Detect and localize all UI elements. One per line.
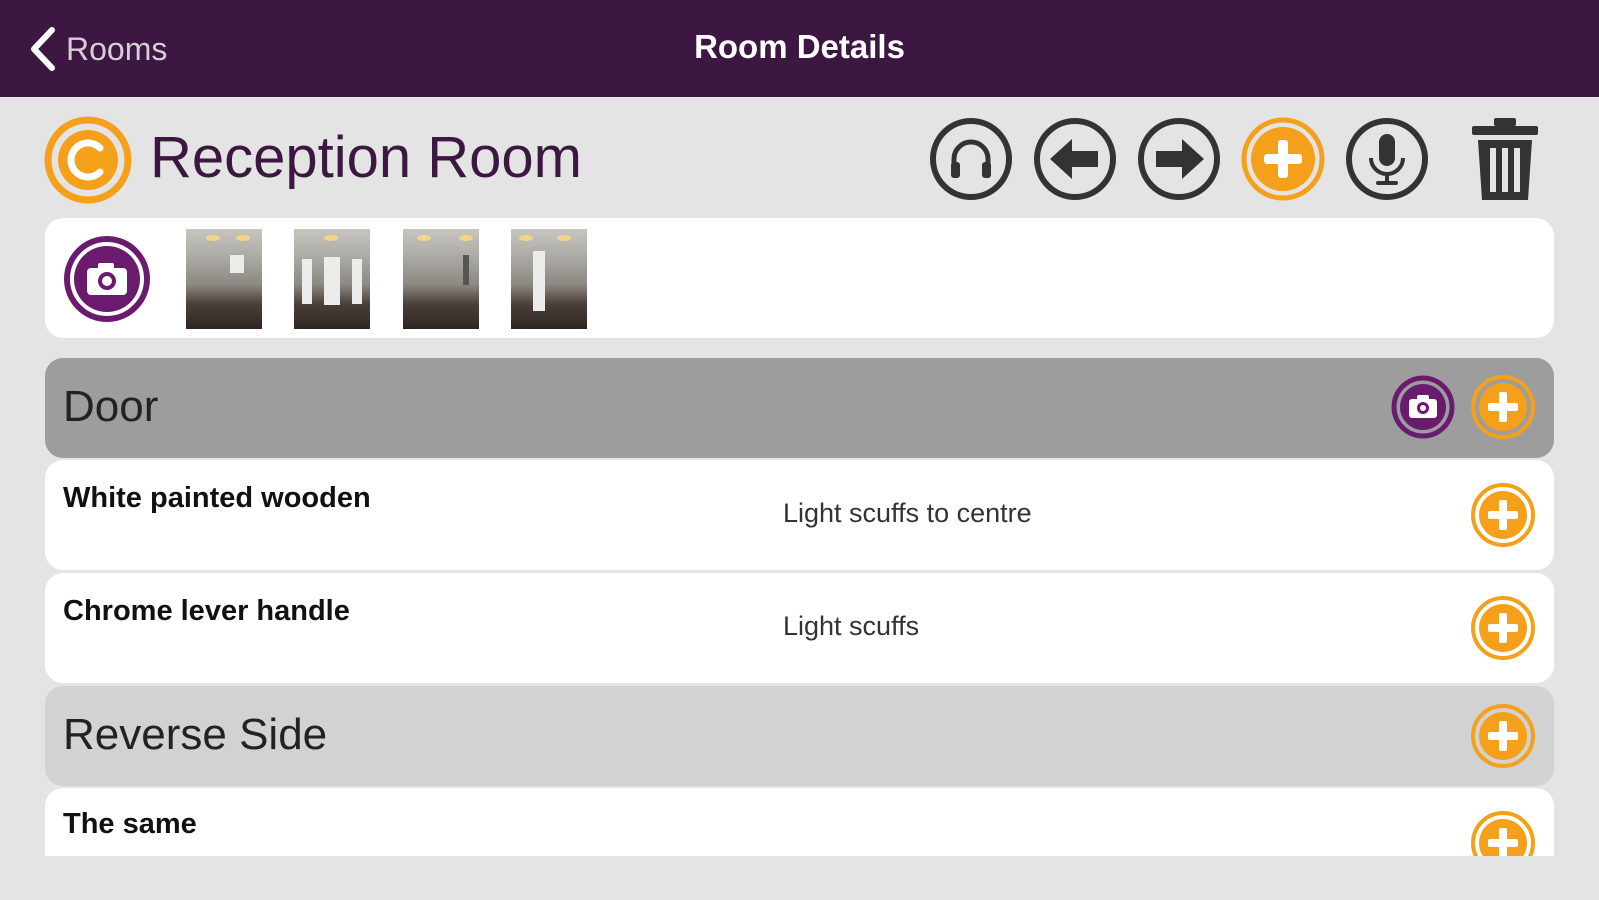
- next-button[interactable]: [1136, 116, 1222, 202]
- page-title: Room Details: [694, 28, 905, 65]
- add-icon: [1471, 375, 1535, 439]
- item-add-button[interactable]: [1470, 595, 1536, 661]
- add-icon: [1241, 117, 1325, 201]
- item-condition: Light scuffs to centre: [783, 498, 1032, 528]
- list-item[interactable]: White painted wooden Light scuffs to cen…: [45, 460, 1554, 570]
- item-add-button[interactable]: [1470, 482, 1536, 548]
- headphones-button[interactable]: [928, 116, 1014, 202]
- add-icon: [1471, 596, 1535, 660]
- section-title: Door: [63, 382, 159, 431]
- bottom-bar: [0, 856, 1599, 900]
- navigation-bar: Rooms Room Details: [0, 0, 1599, 97]
- camera-icon: [64, 236, 150, 322]
- photo-thumbnail[interactable]: [294, 229, 370, 329]
- section-add-button[interactable]: [1470, 374, 1536, 440]
- add-photo-button[interactable]: [63, 235, 151, 323]
- previous-button[interactable]: [1032, 116, 1118, 202]
- section-photo-button[interactable]: [1390, 374, 1456, 440]
- room-title: Reception Room: [150, 125, 582, 190]
- photo-thumbnail[interactable]: [511, 229, 587, 329]
- item-condition: Light scuffs: [783, 611, 920, 641]
- section-add-button[interactable]: [1470, 703, 1536, 769]
- record-button[interactable]: [1344, 116, 1430, 202]
- camera-icon: [1391, 375, 1455, 439]
- section-header-door[interactable]: Door: [45, 358, 1554, 458]
- item-name: The same: [63, 808, 197, 840]
- list-item[interactable]: Chrome lever handle Light scuffs: [45, 573, 1554, 683]
- add-icon: [1471, 483, 1535, 547]
- add-button[interactable]: [1240, 116, 1326, 202]
- item-name: White painted wooden: [63, 482, 371, 514]
- photo-strip: [45, 218, 1554, 338]
- headphones-icon: [930, 118, 1012, 200]
- section-title: Reverse Side: [63, 710, 328, 759]
- copyright-c-icon: [44, 116, 132, 204]
- add-icon: [1471, 704, 1535, 768]
- section-header-reverse-side[interactable]: Reverse Side: [45, 686, 1554, 786]
- photo-thumbnail[interactable]: [403, 229, 479, 329]
- arrow-left-icon: [1034, 118, 1116, 200]
- arrow-right-icon: [1138, 118, 1220, 200]
- trash-icon: [1472, 118, 1538, 200]
- microphone-icon: [1346, 118, 1428, 200]
- delete-button[interactable]: [1470, 116, 1540, 202]
- item-name: Chrome lever handle: [63, 595, 350, 627]
- photo-thumbnail[interactable]: [186, 229, 262, 329]
